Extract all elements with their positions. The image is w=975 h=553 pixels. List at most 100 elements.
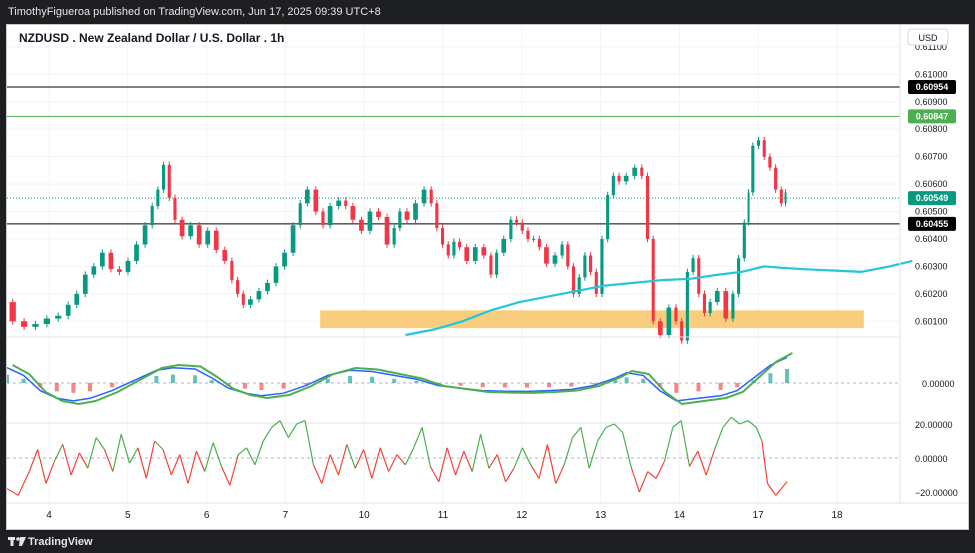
- rsi-tick-0: 20.00000: [915, 420, 953, 430]
- price-badge-label-1: 0.60847: [916, 111, 949, 121]
- candle-90: [666, 307, 672, 335]
- time-tick-10: 18: [831, 510, 843, 521]
- candle-53: [429, 189, 433, 204]
- osc-bar-20: [392, 378, 397, 383]
- candle-58: [458, 241, 462, 248]
- osc-bar-34: [674, 383, 679, 393]
- tradingview-logo-icon: [8, 537, 26, 546]
- candle-74: [566, 244, 570, 267]
- osc-bar-4: [71, 383, 76, 393]
- candle-41: [336, 200, 341, 207]
- time-tick-9: 17: [753, 510, 765, 521]
- osc-bar-24: [480, 383, 485, 388]
- candle-108: [774, 167, 778, 190]
- osc-bar-32: [641, 378, 646, 383]
- osc-bar-23: [458, 383, 463, 386]
- price-badge-label-3: 0.60549: [916, 193, 949, 203]
- candle-2: [20, 321, 28, 327]
- candle-18: [162, 164, 166, 190]
- candle-109: [779, 189, 783, 204]
- candle-27: [230, 260, 234, 281]
- candle-94: [691, 258, 695, 272]
- candle-5: [55, 315, 62, 319]
- candle-92: [680, 321, 684, 341]
- osc-bar-6: [110, 383, 115, 388]
- candle-32: [265, 282, 270, 292]
- price-tick-8: 0.60300: [915, 261, 948, 271]
- time-tick-1: 5: [125, 510, 131, 521]
- candle-43: [350, 206, 356, 220]
- candle-91: [674, 307, 678, 322]
- osc-bar-11: [209, 380, 214, 383]
- osc-bar-17: [325, 378, 330, 383]
- osc-bar-35: [696, 383, 701, 392]
- osc-bar-9: [170, 374, 175, 383]
- candle-69: [532, 238, 536, 240]
- candle-16: [150, 206, 154, 226]
- candle-12: [117, 269, 122, 272]
- candle-93: [685, 271, 689, 341]
- candle-46: [376, 211, 381, 218]
- footer-bar: TradingView: [0, 530, 975, 553]
- candle-71: [544, 247, 549, 264]
- osc-bar-1: [21, 378, 26, 383]
- candle-72: [552, 255, 558, 264]
- currency-badge[interactable]: USD: [907, 28, 949, 46]
- candle-60: [472, 247, 478, 261]
- osc-bar-39: [768, 373, 773, 383]
- osc-bar-0: [7, 374, 9, 383]
- candle-11: [108, 252, 114, 270]
- candle-45: [367, 211, 373, 231]
- price-tick-1: 0.61000: [915, 69, 948, 79]
- osc-bar-13: [242, 383, 247, 389]
- candle-22: [188, 225, 193, 237]
- candle-23: [196, 225, 202, 245]
- candle-66: [514, 219, 519, 223]
- osc-bar-18: [347, 376, 352, 383]
- footer-brand: TradingView: [28, 536, 93, 548]
- osc-bar-8: [154, 376, 159, 383]
- chart-canvas[interactable]: 0.00000 20.000000.00000−20.00000 0.61100…: [7, 25, 968, 529]
- candle-50: [404, 211, 410, 220]
- candle-30: [248, 299, 253, 305]
- candle-56: [446, 244, 450, 256]
- osc-bar-15: [281, 383, 286, 389]
- osc-bar-37: [735, 383, 740, 388]
- candle-101: [737, 258, 741, 294]
- price-tick-7: 0.60400: [915, 234, 948, 244]
- candle-37: [304, 189, 310, 204]
- candle-110: [784, 192, 787, 204]
- candle-67: [520, 222, 524, 231]
- osc-bar-36: [718, 383, 723, 390]
- candle-89: [657, 321, 663, 335]
- candle-85: [632, 167, 638, 176]
- candle-64: [501, 238, 507, 253]
- rsi-tick-2: −20.00000: [915, 488, 958, 498]
- candle-107: [768, 156, 772, 168]
- candle-73: [560, 244, 564, 256]
- candle-20: [173, 197, 177, 220]
- candle-36: [298, 203, 302, 226]
- candle-1: [9, 302, 16, 322]
- price-tick-5: 0.60600: [915, 179, 948, 189]
- candle-105: [756, 140, 761, 146]
- candle-39: [321, 211, 325, 226]
- currency-label: USD: [918, 33, 938, 43]
- candle-102: [742, 222, 746, 259]
- time-tick-5: 11: [438, 510, 449, 521]
- osc-bar-40: [785, 369, 789, 383]
- candle-13: [125, 260, 131, 272]
- candle-7: [74, 293, 80, 305]
- publisher-bar: TimothyFigueroa published on TradingView…: [0, 0, 975, 24]
- candle-29: [241, 293, 245, 305]
- osc-bar-21: [414, 380, 419, 383]
- time-tick-8: 14: [674, 510, 686, 521]
- candle-87: [645, 175, 650, 239]
- candle-106: [762, 140, 766, 157]
- candle-104: [751, 145, 755, 193]
- time-tick-6: 12: [516, 510, 528, 521]
- candle-47: [384, 217, 390, 245]
- price-tick-2: 0.60900: [915, 97, 948, 107]
- candle-77: [583, 255, 587, 278]
- price-tick-3: 0.60800: [915, 124, 948, 134]
